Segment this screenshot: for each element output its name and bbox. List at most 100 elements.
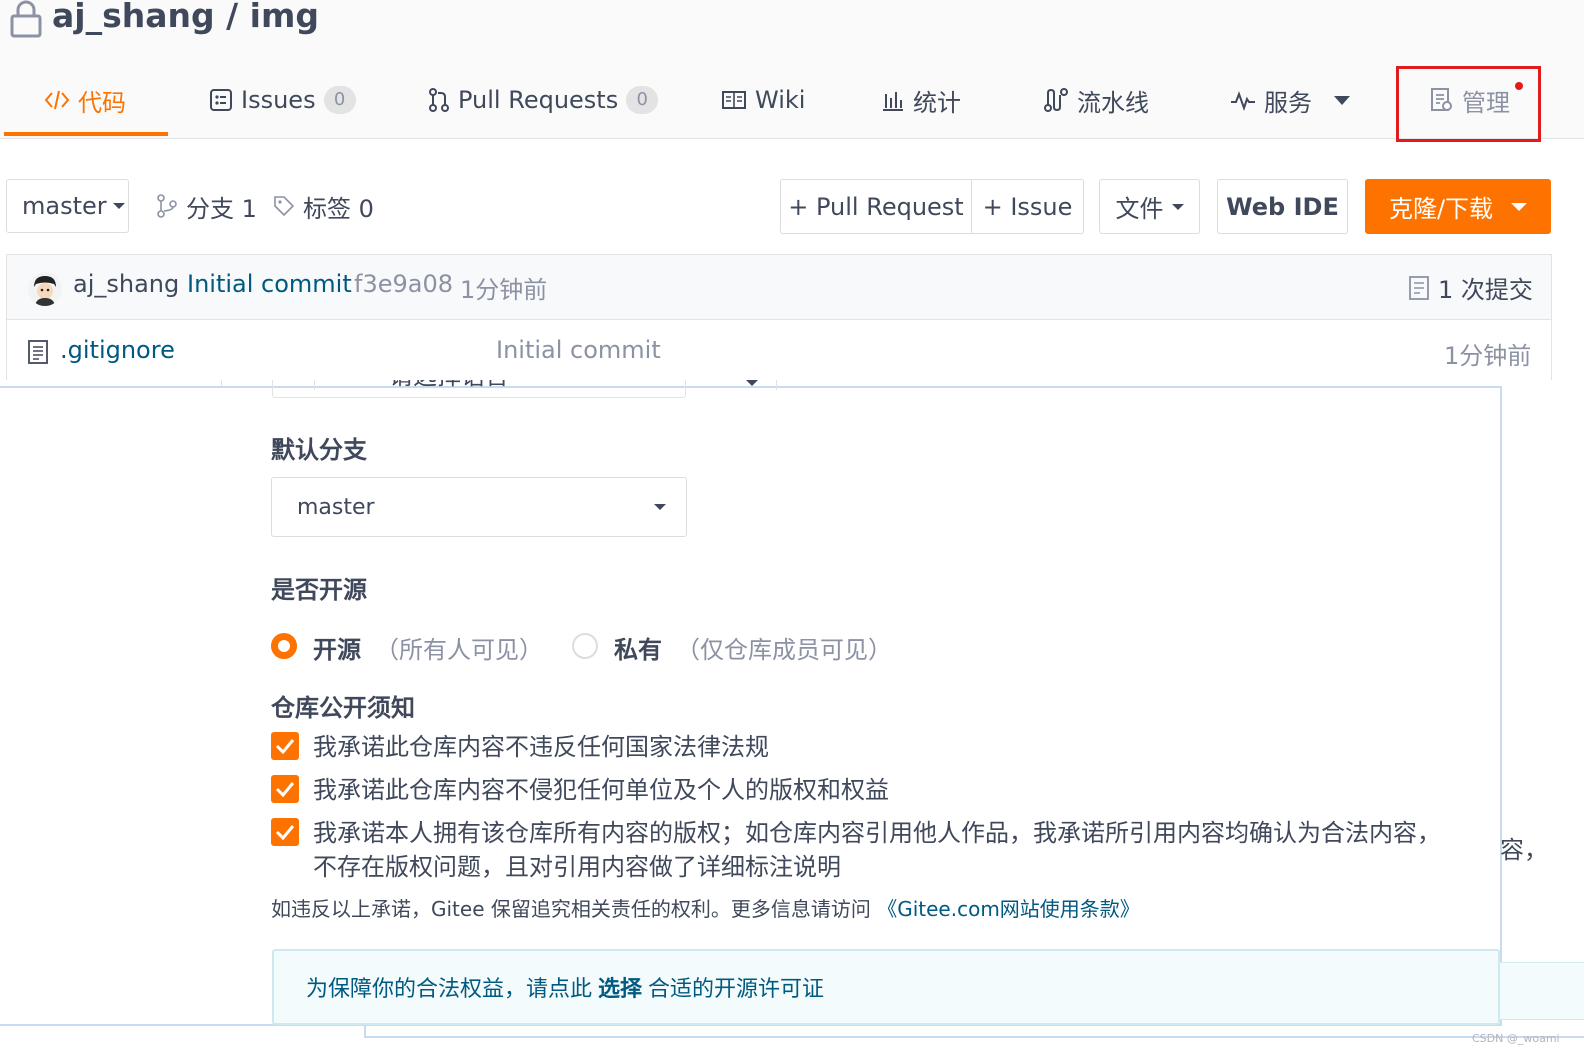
clone-download-button[interactable]: 克隆/下载 <box>1365 179 1551 234</box>
branch-select[interactable]: master <box>6 179 129 233</box>
clone-download-label: 克隆/下载 <box>1388 195 1494 223</box>
pledge-checkbox-3[interactable] <box>271 818 299 846</box>
tab-pipeline[interactable]: 流水线 <box>1043 80 1149 120</box>
default-branch-label: 默认分支 <box>271 436 367 464</box>
issues-icon <box>210 89 232 111</box>
private-option-hint: （仅仓库成员可见） <box>676 636 892 664</box>
pull-request-icon <box>429 88 449 112</box>
file-time: 1分钟前 <box>1444 342 1532 370</box>
license-alert-edge <box>1500 962 1584 1020</box>
panel-edge <box>364 1026 1584 1038</box>
tab-wiki[interactable]: Wiki <box>721 80 805 120</box>
commit-hash[interactable]: f3e9a08 <box>354 270 453 298</box>
repo-separator: / <box>226 0 239 35</box>
tab-pull-requests-label: Pull Requests <box>458 86 619 114</box>
watermark: CSDN @_woami <box>1472 1032 1560 1045</box>
book-icon <box>722 91 746 109</box>
pledge-text-3: 我承诺本人拥有该仓库所有内容的版权；如仓库内容引用他人作品，我承诺所引用内容均确… <box>313 819 1441 847</box>
license-select-link[interactable]: 选择 <box>598 971 642 1003</box>
settings-panel <box>0 386 1502 1026</box>
chevron-down-icon <box>654 504 666 510</box>
table-row <box>6 320 1552 380</box>
pledge-text-2: 我承诺此仓库内容不侵犯任何单位及个人的版权和权益 <box>313 776 889 804</box>
pledge-text-3-continued: 不存在版权问题，且对引用内容做了详细标注说明 <box>313 853 841 881</box>
tab-code[interactable]: 代码 <box>44 80 126 120</box>
open-option-hint: （所有人可见） <box>375 636 543 664</box>
repo-page: aj_shang / img 代码 Issues 0 Pull Requests… <box>0 0 1584 380</box>
chevron-down-icon <box>112 203 125 209</box>
tab-issues-label: Issues <box>241 86 316 114</box>
chevron-down-icon <box>1511 202 1528 211</box>
public-notice-label: 仓库公开须知 <box>271 694 415 722</box>
tab-pipeline-label: 流水线 <box>1077 88 1149 117</box>
tab-stats[interactable]: 统计 <box>881 80 961 120</box>
manage-highlight-box <box>1396 66 1541 142</box>
terms-link[interactable]: 《Gitee.com网站使用条款》 <box>877 897 1140 921</box>
file-commit-message[interactable]: Initial commit <box>496 336 661 364</box>
private-option-label: 私有 <box>614 636 662 664</box>
tab-issues[interactable]: Issues 0 <box>209 80 356 120</box>
license-suffix: 合适的开源许可证 <box>648 977 825 1002</box>
language-select[interactable]: 请选择语言 <box>272 380 686 398</box>
default-branch-select[interactable]: master <box>271 477 687 537</box>
terms-note-text: 如违反以上承诺，Gitee 保留追究相关责任的权利。更多信息请访问 <box>271 897 871 921</box>
new-issue-button[interactable]: + Issue <box>971 179 1084 234</box>
license-prefix: 为保障你的合法权益，请点此 <box>306 977 593 1002</box>
file-menu-label: 文件 <box>1115 195 1164 223</box>
file-menu-button[interactable]: 文件 <box>1099 179 1200 234</box>
chevron-down-icon <box>1171 203 1184 210</box>
pipeline-icon <box>1044 88 1068 112</box>
tab-pull-requests[interactable]: Pull Requests 0 <box>428 80 659 120</box>
web-ide-button[interactable]: Web IDE <box>1217 179 1348 234</box>
divider <box>314 380 315 390</box>
tags-label: 标签 0 <box>303 194 374 223</box>
file-icon <box>28 340 48 364</box>
commit-count-link[interactable]: 1 次提交 <box>1408 270 1533 305</box>
tag-icon <box>274 196 295 217</box>
tab-code-label: 代码 <box>78 88 126 117</box>
repo-name[interactable]: img <box>250 0 319 35</box>
pulse-icon <box>1231 91 1255 111</box>
commit-message-link[interactable]: Initial commit <box>187 270 352 298</box>
repo-settings-page: 请选择语言 默认分支 master 是否开源 开源 （所有人可见） 私有 （仅仓库成… <box>0 380 1584 1064</box>
license-alert: 为保障你的合法权益，请点此 选择 合适的开源许可证 <box>272 949 1500 1025</box>
check-icon <box>275 739 295 755</box>
pledge-checkbox-2[interactable] <box>271 775 299 803</box>
tab-services[interactable]: 服务 <box>1230 80 1350 120</box>
commit-count-label: 1 次提交 <box>1438 276 1533 304</box>
issues-count-badge: 0 <box>323 86 356 114</box>
divider <box>776 380 777 390</box>
terms-note: 如违反以上承诺，Gitee 保留追究相关责任的权利。更多信息请访问 《Gitee… <box>271 893 1140 922</box>
commit-log-icon <box>1409 275 1429 300</box>
check-icon <box>275 825 295 841</box>
code-icon <box>44 90 70 110</box>
private-radio[interactable] <box>572 633 598 659</box>
file-name-link[interactable]: .gitignore <box>60 336 175 364</box>
commit-author-link[interactable]: aj_shang <box>73 270 179 298</box>
branch-icon <box>157 194 177 218</box>
new-pull-request-button[interactable]: + Pull Request <box>780 179 972 234</box>
tab-services-label: 服务 <box>1264 88 1312 117</box>
background-strip <box>1502 386 1584 1026</box>
open-source-label: 是否开源 <box>271 576 367 604</box>
chevron-down-icon <box>1334 95 1350 105</box>
pull-requests-count-badge: 0 <box>626 86 659 114</box>
bar-chart-icon <box>883 92 903 111</box>
pledge-checkbox-1[interactable] <box>271 732 299 760</box>
default-branch-value: master <box>297 494 375 520</box>
tags-link[interactable]: 标签 0 <box>273 186 374 226</box>
commit-time: 1分钟前 <box>460 276 548 304</box>
open-source-option[interactable]: 开源 （所有人可见） <box>313 630 543 665</box>
active-tab-indicator <box>4 132 168 136</box>
chevron-down-icon <box>746 380 758 386</box>
repo-owner[interactable]: aj_shang <box>52 0 215 35</box>
pledge-text-1: 我承诺此仓库内容不违反任何国家法律法规 <box>313 733 769 761</box>
repo-title[interactable]: aj_shang / img <box>52 0 319 35</box>
tab-stats-label: 统计 <box>913 88 961 117</box>
branches-label: 分支 1 <box>186 194 257 223</box>
open-source-radio[interactable] <box>271 633 297 659</box>
avatar[interactable] <box>28 272 62 306</box>
private-option[interactable]: 私有 （仅仓库成员可见） <box>614 630 892 665</box>
open-option-label: 开源 <box>313 636 361 664</box>
branches-link[interactable]: 分支 1 <box>156 186 257 226</box>
